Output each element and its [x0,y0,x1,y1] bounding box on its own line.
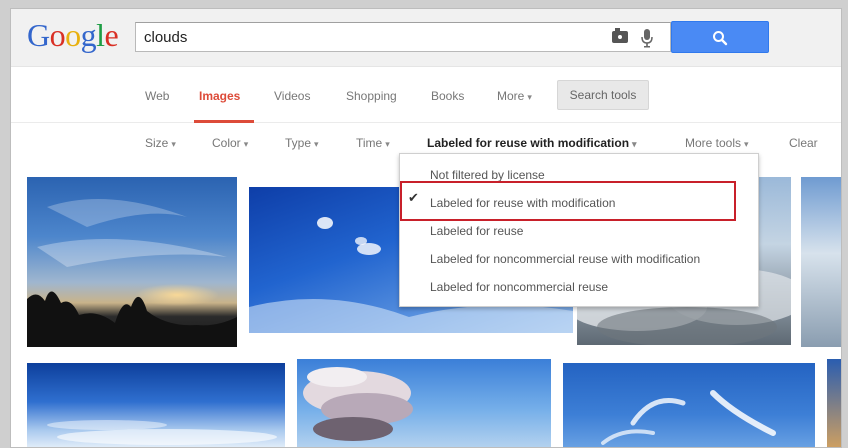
tab-videos[interactable]: Videos [274,89,310,103]
tool-color-label: Color [212,136,241,150]
microphone-icon[interactable] [640,28,654,48]
search-input[interactable] [136,23,636,51]
logo-letter-l: l [96,17,105,53]
usage-rights-menu: Not filtered by license ✔ Labeled for re… [399,153,759,307]
menu-option-not-filtered[interactable]: Not filtered by license [430,168,545,182]
image-result[interactable] [563,363,815,447]
image-result[interactable] [27,177,237,347]
tool-size[interactable]: Size ▾ [145,136,176,150]
lenticular-cloud [303,367,413,441]
clear-link[interactable]: Clear [789,136,818,150]
logo-letter-g1: G [27,17,50,53]
cirrus-clouds [601,390,776,445]
logo-letter-o2: o [65,17,81,53]
logo-letter-o1: o [49,17,66,53]
chevron-down-icon: ▾ [527,92,532,102]
image-result[interactable] [27,363,285,447]
chevron-down-icon: ▾ [744,139,749,149]
search-tools-button[interactable]: Search tools [557,80,649,110]
tree-silhouette [27,199,237,347]
chevron-down-icon: ▾ [314,139,319,149]
menu-option-noncommercial[interactable]: Labeled for noncommercial reuse [430,280,608,294]
tab-images[interactable]: Images [199,89,240,103]
tool-usage-rights-label: Labeled for reuse with modification [427,136,630,150]
chevron-down-icon: ▾ [632,139,637,149]
selected-option-highlight [400,181,736,221]
search-box [135,22,671,52]
menu-option-noncommercial-with-modification[interactable]: Labeled for noncommercial reuse with mod… [430,252,700,266]
tool-more-tools-label: More tools [685,136,742,150]
tool-usage-rights[interactable]: Labeled for reuse with modification ▾ [427,136,637,150]
logo-letter-g2: g [80,17,97,53]
chevron-down-icon: ▾ [243,139,249,149]
tool-type-label: Type [285,136,312,150]
camera-icon[interactable] [612,28,628,43]
search-type-nav: Web Images Videos Shopping Books More ▾ S… [11,67,841,123]
image-result[interactable] [297,359,551,447]
tab-web[interactable]: Web [145,89,169,103]
tool-more-tools[interactable]: More tools ▾ [685,136,749,150]
menu-option-reuse[interactable]: Labeled for reuse [430,224,523,238]
browser-window: Google Web Images Videos Shopping Books … [10,8,842,448]
google-logo[interactable]: Google [27,17,119,53]
tab-shopping[interactable]: Shopping [346,89,397,103]
search-icon [713,31,728,46]
search-button[interactable] [671,21,769,53]
search-header: Google [11,9,841,67]
tool-type[interactable]: Type ▾ [285,136,319,150]
cloud-streaks [47,420,277,445]
image-result[interactable] [827,359,841,447]
logo-letter-e: e [104,17,119,53]
tab-more[interactable]: More ▾ [497,89,532,103]
chevron-down-icon: ▾ [171,139,176,149]
tool-color[interactable]: Color ▾ [212,136,248,150]
tool-size-label: Size [145,136,169,150]
tab-more-label: More [497,89,525,103]
image-result[interactable] [801,177,841,347]
tool-time[interactable]: Time ▾ [356,136,390,150]
chevron-down-icon: ▾ [385,139,390,149]
tool-time-label: Time [356,136,383,150]
tab-books[interactable]: Books [431,89,464,103]
